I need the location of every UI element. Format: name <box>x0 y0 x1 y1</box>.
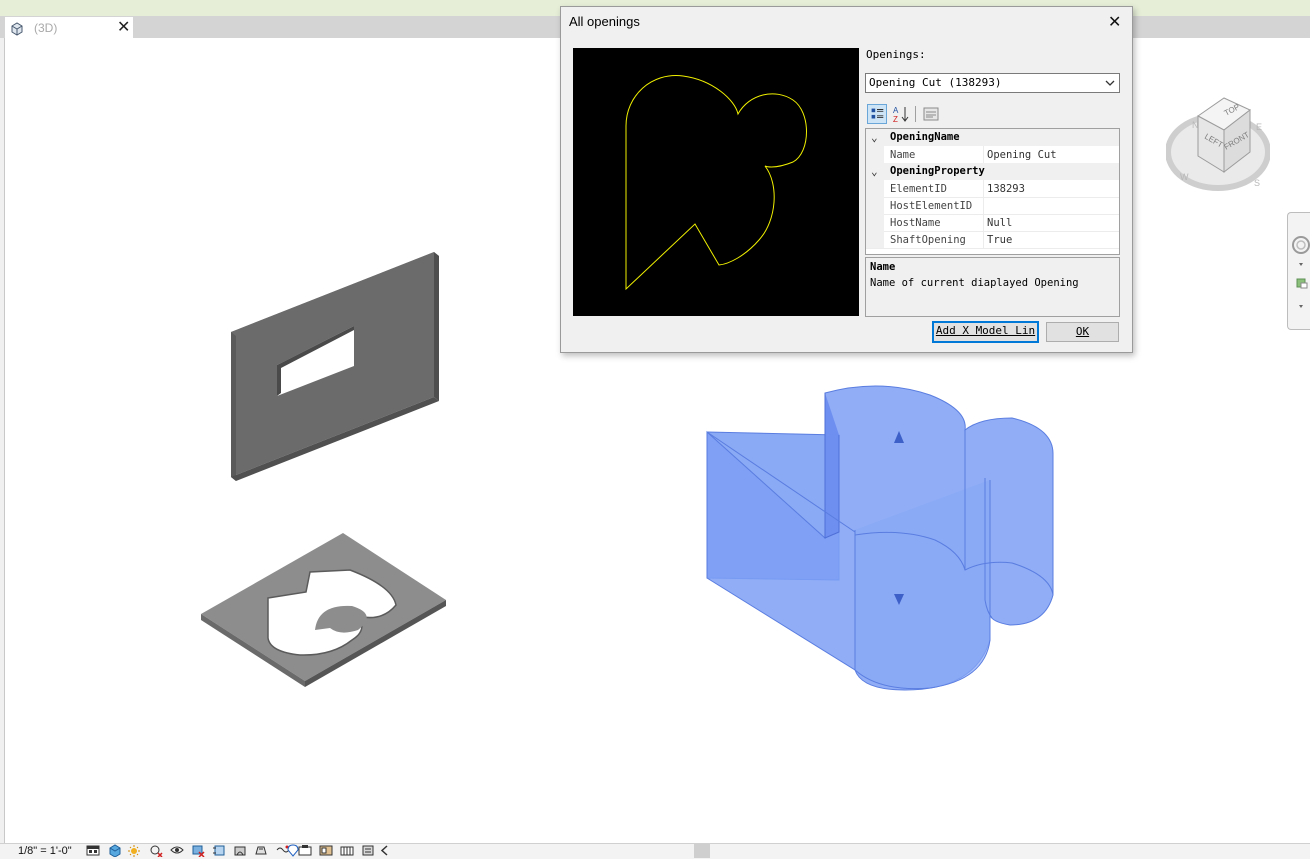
3d-view-icon <box>11 22 23 36</box>
svg-text:A: A <box>893 106 899 115</box>
temporary-hide-icon[interactable] <box>254 844 268 857</box>
property-grid-toolbar: AZ <box>867 104 947 126</box>
chevron-down-icon[interactable]: ⌄ <box>871 131 878 144</box>
sun-path-icon[interactable] <box>127 844 141 857</box>
visual-style-icon[interactable] <box>108 844 122 857</box>
toolbar-separator <box>915 106 916 122</box>
hide-analytical-icon[interactable] <box>378 844 392 857</box>
property-value: Null <box>987 217 1013 229</box>
property-row-elementid[interactable]: ElementID 138293 <box>866 180 1119 198</box>
compass-n: N <box>1192 120 1199 130</box>
property-name: ShaftOpening <box>890 234 966 246</box>
crop-view-icon[interactable] <box>191 844 205 857</box>
close-icon[interactable]: ✕ <box>117 18 130 38</box>
navigation-bar[interactable] <box>1287 212 1310 330</box>
property-pages-icon[interactable] <box>921 104 941 124</box>
property-name: HostElementID <box>890 200 973 212</box>
view-tab-label: (3D) <box>34 21 58 35</box>
svg-text:Z: Z <box>893 115 898 124</box>
help-title: Name <box>870 261 896 273</box>
wall-element[interactable] <box>231 252 439 481</box>
viewcube[interactable]: TOP LEFT FRONT N E S W <box>1166 90 1270 202</box>
opening-outline <box>625 75 807 291</box>
category-opening-property[interactable]: ⌄ OpeningProperty <box>866 163 1119 180</box>
reveal-constraints-icon[interactable] <box>340 844 354 857</box>
help-description: Name of current diaplayed Opening <box>870 277 1079 289</box>
property-name: HostName <box>890 217 941 229</box>
shape-handle-up-icon <box>894 431 904 443</box>
openings-dropdown[interactable]: Opening Cut (138293) <box>865 73 1120 93</box>
view-scale[interactable]: 1/8" = 1'-0" <box>18 845 72 857</box>
ok-button[interactable]: OK <box>1046 322 1119 342</box>
property-row-name[interactable]: Name Opening Cut <box>866 146 1119 164</box>
openings-label: Openings: <box>866 48 926 61</box>
horizontal-scrollbar-thumb[interactable] <box>694 844 710 858</box>
property-row-shaftopening[interactable]: ShaftOpening True <box>866 231 1119 249</box>
property-value: Opening Cut <box>987 149 1057 161</box>
compass-s: S <box>1254 178 1260 188</box>
close-icon[interactable]: ✕ <box>1108 12 1121 32</box>
property-value: 138293 <box>987 183 1025 195</box>
category-opening-name[interactable]: ⌄ OpeningName <box>866 129 1119 146</box>
shaft-opening-element[interactable] <box>706 385 1054 691</box>
show-crop-icon[interactable] <box>212 844 226 857</box>
chevron-down-icon[interactable]: ⌄ <box>871 165 878 178</box>
property-name: Name <box>890 149 916 161</box>
all-openings-dialog: All openings ✕ Openings: Opening Cut (13… <box>560 6 1133 353</box>
openings-dropdown-value: Opening Cut (138293) <box>869 76 1002 89</box>
property-name: ElementID <box>890 183 947 195</box>
view-tab-3d[interactable] <box>5 17 133 39</box>
category-label: OpeningProperty <box>890 165 985 177</box>
property-row-hostelementid[interactable]: HostElementID <box>866 197 1119 215</box>
render-icon[interactable] <box>170 844 184 857</box>
category-label: OpeningName <box>890 131 960 143</box>
shape-handle-down-icon <box>894 594 904 605</box>
floor-element[interactable] <box>201 533 446 687</box>
property-grid: ⌄ OpeningName Name Opening Cut ⌄ Opening… <box>865 128 1120 255</box>
detail-level-icon[interactable] <box>86 844 100 857</box>
highlight-displacement-icon[interactable] <box>319 844 333 857</box>
dialog-title: All openings <box>569 14 640 29</box>
left-panel-edge <box>0 38 5 846</box>
chevron-down-icon <box>1105 80 1115 86</box>
add-model-line-button[interactable]: Add X Model Lin <box>932 321 1039 343</box>
analytical-model-icon[interactable] <box>298 844 312 857</box>
unlock-3d-icon[interactable] <box>233 844 247 857</box>
property-help-panel: Name Name of current diaplayed Opening <box>865 257 1120 317</box>
shadows-icon[interactable] <box>149 844 163 857</box>
steering-wheel-icon[interactable] <box>1290 229 1310 329</box>
property-value: True <box>987 234 1013 246</box>
temporary-view-properties-icon[interactable] <box>361 844 375 857</box>
categorized-icon[interactable] <box>867 104 887 124</box>
property-row-hostname[interactable]: HostName Null <box>866 214 1119 232</box>
compass-e: E <box>1256 122 1262 132</box>
compass-w: W <box>1180 172 1189 182</box>
alphabetical-sort-icon[interactable]: AZ <box>891 104 911 124</box>
opening-preview <box>573 48 859 316</box>
view-control-icons <box>86 843 391 858</box>
